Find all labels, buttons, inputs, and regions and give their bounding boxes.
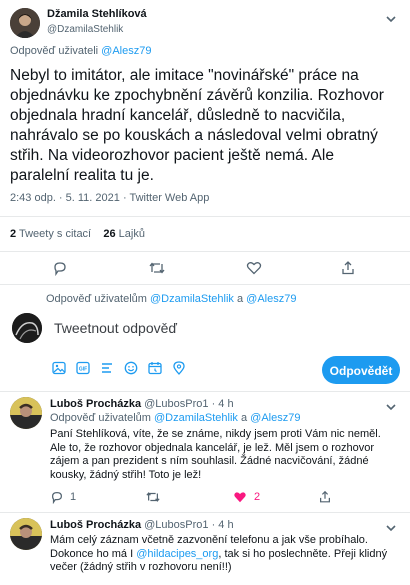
- divider: [0, 391, 410, 392]
- reply-time[interactable]: · 4 h: [212, 519, 234, 531]
- likes-stat[interactable]: 26 Lajků: [103, 228, 145, 240]
- like-icon[interactable]: [233, 490, 247, 504]
- composer-reply-to-2[interactable]: @Alesz79: [246, 293, 296, 305]
- emoji-icon[interactable]: [124, 361, 138, 375]
- retweet-icon[interactable]: [148, 260, 166, 276]
- reply-header: Luboš Procházka @LubosPro1 · 4 h: [50, 519, 234, 531]
- reply-to-line: Odpověď uživatelům @DzamilaStehlik a @Al…: [50, 412, 300, 424]
- divider: [0, 284, 410, 285]
- quote-count: 2: [10, 228, 17, 240]
- reply-icon[interactable]: [50, 490, 64, 504]
- reply-prefix: Odpověď uživateli: [10, 45, 99, 57]
- mention-link[interactable]: @hildacipes_org: [136, 548, 218, 560]
- poll-icon[interactable]: [100, 361, 114, 375]
- chevron-down-icon[interactable]: [384, 12, 398, 26]
- reply-to-link[interactable]: @Alesz79: [101, 45, 151, 57]
- quote-tweets-stat[interactable]: 2 Tweety s citací: [10, 228, 94, 240]
- reply-icon[interactable]: [52, 260, 68, 276]
- gif-icon[interactable]: GIF: [76, 361, 90, 375]
- more-icon[interactable]: [384, 400, 398, 414]
- reply-text: Mám celý záznam včetně zazvonění telefon…: [50, 534, 396, 575]
- reply-and: a: [240, 412, 248, 424]
- like-count: 2: [254, 491, 261, 503]
- composer-reply-to-1[interactable]: @DzamilaStehlik: [150, 293, 234, 305]
- share-icon[interactable]: [318, 490, 332, 504]
- reply-to-link-1[interactable]: @DzamilaStehlik: [154, 412, 238, 424]
- reply-author-name[interactable]: Luboš Procházka: [50, 398, 141, 410]
- quote-label: Tweety s citací: [18, 228, 92, 240]
- more-icon[interactable]: [384, 521, 398, 535]
- reply-author-handle[interactable]: @LubosPro1: [144, 398, 208, 410]
- likes-label: Lajků: [118, 228, 145, 240]
- author-handle[interactable]: @DzamilaStehlik: [47, 24, 123, 35]
- tweet-text: Nebyl to imitátor, ale imitace "novinářs…: [10, 67, 384, 184]
- reply-to-link-2[interactable]: @Alesz79: [250, 412, 300, 424]
- composer-reply-and: a: [236, 293, 244, 305]
- image-icon[interactable]: [52, 361, 66, 375]
- divider: [0, 216, 410, 217]
- author-avatar[interactable]: [10, 8, 40, 38]
- share-icon[interactable]: [340, 260, 356, 276]
- divider: [0, 251, 410, 252]
- author-name[interactable]: Džamila Stehlíková: [47, 8, 147, 20]
- divider: [0, 512, 410, 513]
- reply-avatar[interactable]: [10, 397, 42, 429]
- reply-count: 1: [70, 491, 77, 503]
- reply-header: Luboš Procházka @LubosPro1 · 4 h: [50, 398, 234, 410]
- location-icon[interactable]: [172, 361, 186, 375]
- likes-count: 26: [103, 228, 116, 240]
- schedule-icon[interactable]: [148, 361, 162, 375]
- composer-avatar: [12, 313, 42, 343]
- tweet-stats: 2 Tweety s citací 26 Lajků: [10, 228, 145, 240]
- reply-author-handle[interactable]: @LubosPro1: [144, 519, 208, 531]
- tweet-reply-input[interactable]: Tweetnout odpověď: [54, 320, 384, 336]
- reply-author-name[interactable]: Luboš Procházka: [50, 519, 141, 531]
- reply-to-line: Odpověď uživateli @Alesz79: [10, 45, 151, 57]
- svg-text:GIF: GIF: [79, 367, 87, 373]
- composer-reply-line: Odpověď uživatelům @DzamilaStehlik a @Al…: [46, 293, 296, 305]
- reply-avatar[interactable]: [10, 518, 42, 550]
- reply-text: Paní Stehlíková, víte, že se známe, nikd…: [50, 428, 381, 481]
- like-icon[interactable]: [246, 260, 262, 276]
- tweet-meta: 2:43 odp. · 5. 11. 2021 · Twitter Web Ap…: [10, 192, 210, 204]
- retweet-icon[interactable]: [145, 490, 161, 504]
- reply-prefix: Odpověď uživatelům: [50, 412, 151, 424]
- reply-time[interactable]: · 4 h: [212, 398, 234, 410]
- composer-reply-prefix: Odpověď uživatelům: [46, 293, 147, 305]
- reply-button[interactable]: Odpovědět: [322, 356, 400, 384]
